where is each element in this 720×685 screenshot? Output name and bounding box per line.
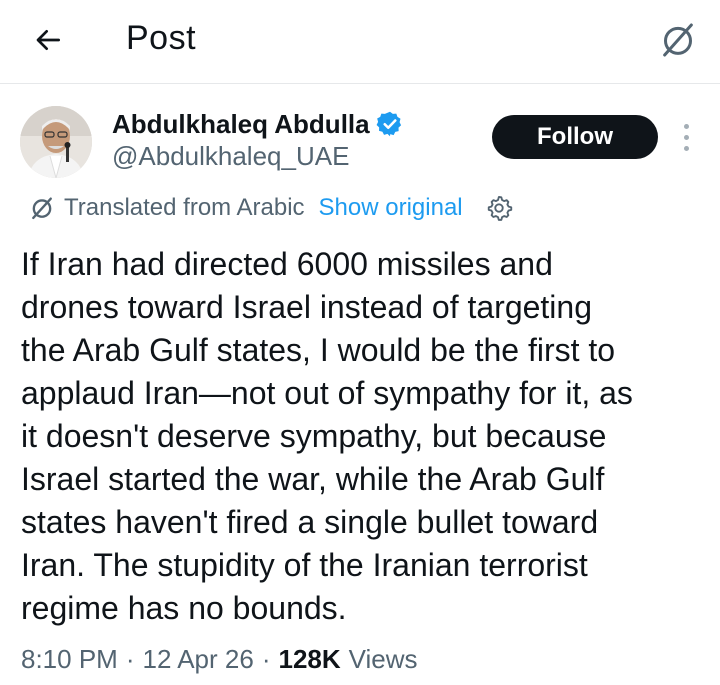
post-date[interactable]: 12 Apr 26 (143, 644, 254, 675)
views-count: 128K (278, 644, 341, 674)
more-options-button[interactable] (672, 118, 700, 156)
meta-separator: · (125, 644, 135, 674)
page-title: Post (126, 19, 197, 57)
post-time[interactable]: 8:10 PM (21, 644, 118, 675)
more-dot-icon (683, 134, 689, 140)
back-button[interactable] (28, 20, 68, 60)
top-bar: Post (0, 0, 720, 84)
follow-button[interactable]: Follow (492, 115, 658, 159)
meta-separator: · (261, 644, 271, 674)
arrow-left-icon (36, 30, 60, 50)
author-handle[interactable]: @Abdulkhaleq_UAE (112, 141, 349, 172)
translate-slash-icon (663, 23, 693, 57)
more-dot-icon (683, 145, 689, 151)
post-meta: 8:10 PM · 12 Apr 26 · 128K Views (21, 644, 418, 675)
avatar[interactable] (20, 106, 92, 178)
more-dot-icon (683, 123, 689, 129)
views-label: Views (348, 644, 418, 674)
author-name-row[interactable]: Abdulkhaleq Abdulla (112, 107, 404, 141)
verified-badge-icon (376, 111, 401, 137)
avatar-image (20, 106, 92, 178)
author-name[interactable]: Abdulkhaleq Abdulla (112, 109, 370, 140)
translate-slash-icon (32, 197, 52, 220)
post-text: If Iran had directed 6000 missiles and d… (21, 246, 633, 626)
gear-icon[interactable] (485, 194, 513, 222)
translation-bar: Translated from Arabic Show original (28, 190, 513, 226)
show-original-link[interactable]: Show original (319, 194, 463, 222)
translated-from-label: Translated from Arabic (64, 194, 305, 221)
translate-toggle-button[interactable] (656, 18, 700, 62)
